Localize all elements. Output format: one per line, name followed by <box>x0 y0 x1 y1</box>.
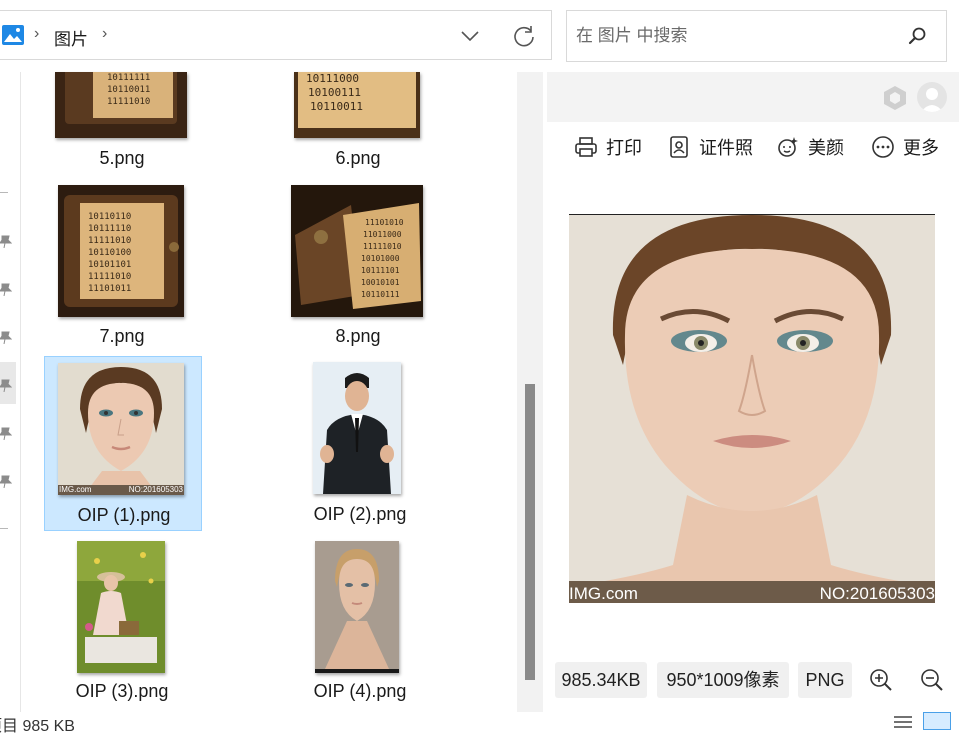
file-thumbnail <box>315 541 399 673</box>
file-thumbnail: 11101010 11011000 11111010 10101000 1011… <box>291 185 423 317</box>
chevron-right-icon[interactable]: › <box>102 25 107 43</box>
preview-header <box>547 72 959 122</box>
pin-icon[interactable] <box>0 426 12 440</box>
details-view-icon[interactable] <box>892 714 914 730</box>
refresh-icon[interactable] <box>511 23 537 49</box>
dimensions-chip: 950*1009像素 <box>657 662 789 698</box>
scrollbar-thumb[interactable] <box>525 384 535 680</box>
svg-text:10101101: 10101101 <box>88 260 131 270</box>
file-name: 7.png <box>99 326 145 346</box>
file-item[interactable]: 10111111 10110011 11111010 5.png <box>22 72 222 176</box>
pin-icon[interactable] <box>0 378 12 392</box>
id-photo-label: 证件照 <box>699 138 753 158</box>
file-name: 5.png <box>99 148 145 168</box>
preview-watermark: NO:201605303 <box>819 584 935 603</box>
file-name: 8.png <box>335 326 381 346</box>
navigation-pane[interactable] <box>0 72 21 712</box>
file-thumbnail <box>313 362 401 494</box>
more-label: 更多 <box>903 138 939 158</box>
file-thumbnail: 10111111 10110011 11111010 <box>55 72 187 138</box>
svg-text:11011000: 11011000 <box>363 230 402 239</box>
print-label: 打印 <box>606 138 642 158</box>
preview-watermark: IMG.com <box>569 584 638 603</box>
file-item[interactable]: 10110110 10111110 11111010 10110100 1010… <box>22 180 222 352</box>
file-name: OIP (1).png <box>77 505 171 525</box>
id-photo-button[interactable]: 证件照 <box>667 134 753 160</box>
printer-icon <box>575 137 597 157</box>
pin-icon[interactable] <box>0 330 12 344</box>
svg-text:10010101: 10010101 <box>361 278 400 287</box>
format-chip: PNG <box>798 662 852 698</box>
thumbnail-watermark: IMG.com <box>59 485 92 494</box>
pin-icon[interactable] <box>0 474 12 488</box>
file-size-chip: 985.34KB <box>555 662 647 698</box>
svg-text:10110100: 10110100 <box>88 248 131 258</box>
svg-text:10110111: 10110111 <box>361 290 400 299</box>
file-thumbnail: 10110110 10111110 11111010 10110100 1010… <box>58 185 184 317</box>
svg-text:10110011: 10110011 <box>107 85 150 95</box>
svg-text:11111010: 11111010 <box>107 97 150 107</box>
file-item[interactable]: 10111000 10100111 10110011 6.png <box>258 72 458 176</box>
file-item[interactable]: 11101010 11011000 11111010 10101000 1011… <box>258 180 458 352</box>
svg-text:10111111: 10111111 <box>107 73 150 83</box>
print-button[interactable]: 打印 <box>574 134 642 160</box>
file-name: 6.png <box>335 148 381 168</box>
file-name: OIP (2).png <box>313 504 407 524</box>
svg-text:10110011: 10110011 <box>310 100 363 113</box>
svg-text:10111000: 10111000 <box>306 72 359 85</box>
nav-divider <box>0 192 8 193</box>
svg-text:11101010: 11101010 <box>365 218 404 227</box>
file-thumbnail <box>77 541 165 673</box>
zoom-in-icon[interactable] <box>868 667 894 693</box>
id-photo-icon <box>670 136 688 158</box>
svg-text:11101011: 11101011 <box>88 284 131 294</box>
svg-text:10111110: 10111110 <box>88 224 131 234</box>
search-input[interactable] <box>576 23 896 49</box>
svg-text:11111010: 11111010 <box>363 242 402 251</box>
breadcrumb-pictures[interactable]: 图片 <box>54 25 88 50</box>
chevron-right-icon[interactable]: › <box>34 25 39 43</box>
more-button[interactable]: 更多 <box>871 134 939 160</box>
file-name: OIP (3).png <box>75 681 169 701</box>
svg-text:10101000: 10101000 <box>361 254 400 263</box>
beauty-button[interactable]: 美颜 <box>776 134 844 160</box>
pin-icon[interactable] <box>0 282 12 296</box>
preview-image: IMG.com NO:201605303 <box>569 214 935 603</box>
svg-text:11111010: 11111010 <box>88 272 131 282</box>
chevron-down-icon[interactable] <box>458 25 482 47</box>
avatar[interactable] <box>917 82 947 112</box>
nav-divider <box>0 528 8 529</box>
tiles-view-icon[interactable] <box>923 712 951 730</box>
zoom-out-icon[interactable] <box>919 667 945 693</box>
plugin-hexagon-icon[interactable] <box>883 85 907 111</box>
beauty-icon <box>778 137 798 157</box>
beauty-label: 美颜 <box>808 138 844 158</box>
file-name: OIP (4).png <box>313 681 407 701</box>
file-item-selected[interactable]: IMG.com NO:201605303 OIP (1).png <box>44 356 202 531</box>
thumbnail-watermark: NO:201605303 <box>128 485 183 494</box>
svg-text:11111010: 11111010 <box>88 236 131 246</box>
search-icon[interactable] <box>907 26 927 46</box>
file-thumbnail: 10111000 10100111 10110011 <box>294 72 420 138</box>
search-box[interactable] <box>566 10 947 62</box>
pin-icon[interactable] <box>0 234 12 248</box>
file-item[interactable]: OIP (3).png <box>22 535 222 707</box>
file-thumbnail: IMG.com NO:201605303 <box>58 363 184 495</box>
status-text: 项目 985 KB <box>0 718 75 735</box>
preview-pane: 打印 证件照 美颜 更多 IMG.com NO:201605303 985.34… <box>547 72 959 712</box>
svg-text:10111101: 10111101 <box>361 266 400 275</box>
address-bar[interactable]: › 图片 › <box>0 10 552 60</box>
svg-text:10110110: 10110110 <box>88 212 131 222</box>
scrollbar-track[interactable] <box>517 72 543 712</box>
pictures-app-icon <box>2 25 24 45</box>
more-icon <box>872 136 894 158</box>
file-item[interactable]: OIP (2).png <box>258 356 458 531</box>
svg-text:10100111: 10100111 <box>308 86 361 99</box>
file-item[interactable]: OIP (4).png <box>258 535 458 707</box>
